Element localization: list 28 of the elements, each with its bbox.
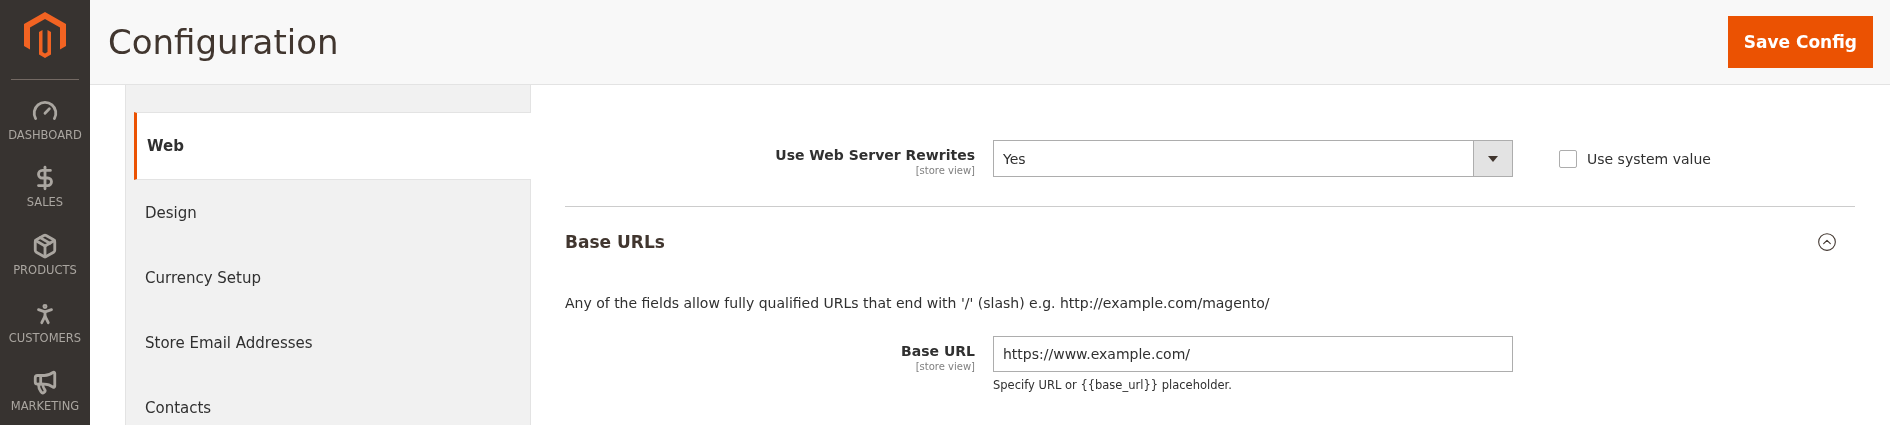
field-note: Specify URL or {{base_url}} placeholder. bbox=[993, 378, 1233, 392]
megaphone-icon bbox=[32, 369, 58, 396]
nav-item[interactable]: DASHBOARD bbox=[0, 85, 90, 154]
nav-item[interactable]: CUSTOMERS bbox=[0, 289, 90, 358]
sidebar-item[interactable]: Store Email Addresses bbox=[126, 310, 530, 375]
save-button[interactable]: Save Config bbox=[1727, 16, 1873, 68]
field-label: Base URL bbox=[901, 343, 975, 359]
select-field[interactable]: Yes bbox=[993, 140, 1513, 177]
field-label: Use Web Server Rewrites bbox=[775, 147, 975, 163]
section-title: Base URLs bbox=[565, 232, 665, 252]
checkbox-label: Use system value bbox=[1587, 150, 1711, 167]
sidebar-item[interactable]: Contacts bbox=[126, 375, 530, 425]
nav-item[interactable]: MARKETING bbox=[0, 357, 90, 425]
sidebar-item[interactable]: Web bbox=[134, 112, 531, 180]
caret-down-icon bbox=[1488, 155, 1498, 162]
scope-label: [store view] bbox=[915, 165, 975, 176]
scope-label: [store view] bbox=[915, 361, 975, 372]
input-field[interactable]: https://www.example.com/ bbox=[993, 336, 1513, 372]
collapse-icon[interactable] bbox=[1817, 232, 1837, 252]
sidebar-item[interactable]: Currency Setup bbox=[126, 245, 530, 310]
page-title: Configuration bbox=[108, 22, 339, 62]
box-icon bbox=[32, 233, 58, 260]
nav-item[interactable]: SALES bbox=[0, 153, 90, 222]
logo-icon bbox=[24, 12, 66, 58]
section-description: Any of the fields allow fully qualified URLs that end with '/' (slash) e.g. http://example.com/magento/ bbox=[565, 295, 1271, 311]
sidebar-item[interactable]: Design bbox=[126, 180, 530, 245]
nav-item[interactable]: PRODUCTS bbox=[0, 221, 90, 290]
checkbox[interactable] bbox=[1559, 149, 1577, 168]
